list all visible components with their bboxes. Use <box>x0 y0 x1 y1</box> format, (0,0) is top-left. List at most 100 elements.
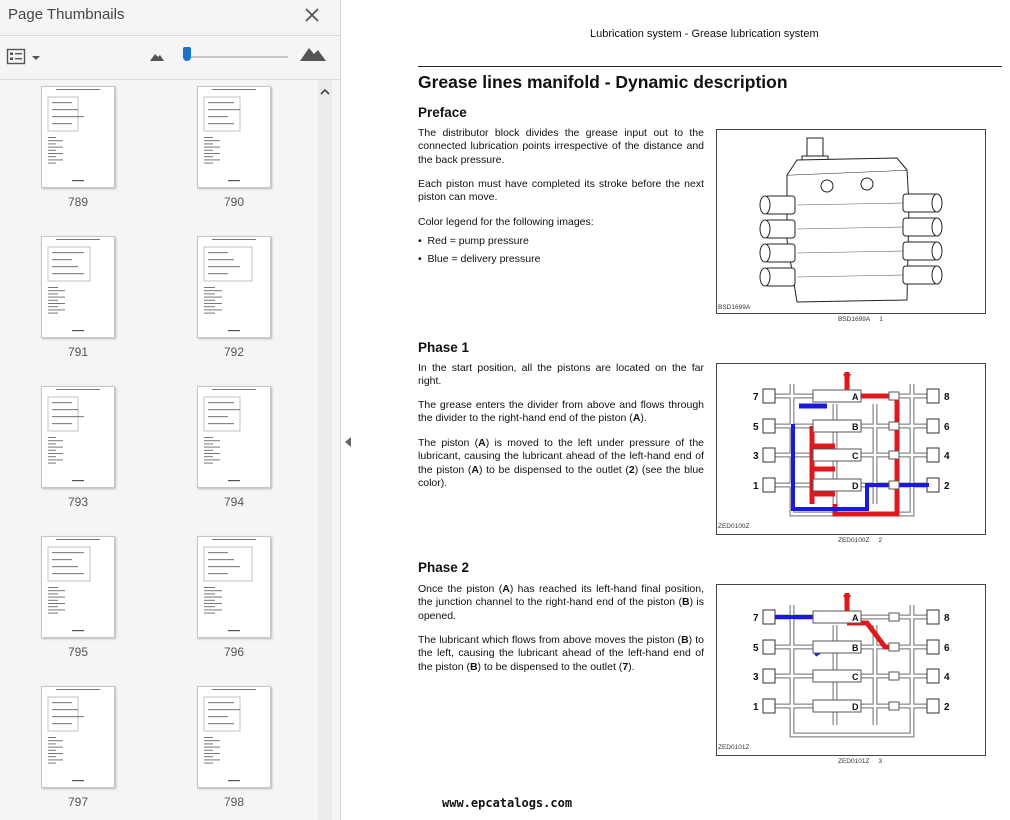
phase2-figure: 7 8 5 6 3 4 1 2 A B C D ZED0101Z <box>716 584 986 756</box>
thumb-text-line <box>204 593 215 595</box>
thumb-text-line <box>204 456 213 458</box>
thumb-text-line <box>48 296 65 298</box>
page-title: Grease lines manifold - Dynamic descript… <box>418 72 788 92</box>
thumb-header-line <box>56 89 100 90</box>
thumb-figure-line <box>208 702 234 704</box>
thumb-text-line <box>204 609 222 611</box>
outlet-label-left: 3 <box>753 672 759 683</box>
panel-header: Page Thumbnails <box>0 0 340 34</box>
thumb-text-line <box>204 740 220 742</box>
thumbnail-page-image <box>41 236 115 338</box>
close-icon[interactable] <box>302 5 322 25</box>
thumb-text-line <box>48 737 56 738</box>
thumb-footer-line <box>72 630 84 632</box>
page-thumbnail-794[interactable]: 794 <box>197 386 271 509</box>
phase1-diagram: 7 8 5 6 3 4 1 2 A B C D <box>753 372 950 517</box>
thumb-text-line <box>48 149 56 151</box>
right-outlet-end <box>931 217 943 237</box>
thumb-figure-line <box>52 423 72 425</box>
chevron-down-icon <box>32 56 40 60</box>
thumbnail-options-button[interactable] <box>6 46 42 68</box>
thumb-text-line <box>48 309 65 311</box>
thumb-text-line <box>48 162 56 164</box>
piston-stop <box>888 671 900 681</box>
phase2-diagram: 7 8 5 6 3 4 1 2 A B C D <box>753 593 950 738</box>
phase2-heading: Phase 2 <box>418 560 470 575</box>
page-number-label: 792 <box>223 345 245 359</box>
page-thumbnail-798[interactable]: 798 <box>197 686 271 809</box>
left-port <box>762 698 776 714</box>
thumb-text-line <box>48 743 56 745</box>
outlet-label-left: 7 <box>753 392 759 403</box>
page-thumbnail-795[interactable]: 795 <box>41 536 115 659</box>
page-number-label: 790 <box>223 195 245 209</box>
left-port <box>762 418 776 434</box>
outlet-label-right: 2 <box>944 702 950 713</box>
page-thumbnail-793[interactable]: 793 <box>41 386 115 509</box>
thumb-text-line <box>204 153 220 154</box>
pump-pressure-branch <box>809 426 835 504</box>
thumbnail-miniature <box>203 239 256 332</box>
outlet-label-left: 7 <box>753 613 759 624</box>
thumb-figure-line <box>208 559 234 561</box>
right-outlet-end <box>931 193 943 213</box>
left-outlet-end <box>759 243 771 263</box>
page-thumbnail-797[interactable]: 797 <box>41 686 115 809</box>
thumb-text-line <box>48 143 56 145</box>
left-outlet-end <box>759 219 771 239</box>
piston-stop <box>888 642 900 652</box>
thumb-text-line <box>48 287 58 288</box>
thumb-text-line <box>204 462 213 464</box>
thumb-text-line <box>48 290 65 292</box>
thumb-text-line <box>48 762 56 764</box>
thumb-figure-line <box>208 109 240 111</box>
phase2-paragraph-2: The lubricant which flows from above mov… <box>418 634 705 673</box>
running-header: Lubrication system - Grease lubrication … <box>590 28 819 40</box>
collapse-panel-arrow-icon[interactable] <box>344 436 352 448</box>
page-thumbnail-792[interactable]: 792 <box>197 236 271 359</box>
outlet-label-right: 6 <box>944 643 950 654</box>
thumb-text-line <box>48 590 65 592</box>
page-number-label: 798 <box>223 795 245 809</box>
thumb-text-line <box>204 312 215 314</box>
thumb-figure-line <box>52 416 84 418</box>
scroll-up-arrow-icon[interactable] <box>320 88 330 96</box>
thumbnail-scrollbar[interactable] <box>318 80 332 820</box>
legend-bullet-blue: • Blue = delivery pressure <box>418 253 541 265</box>
thumb-text-line <box>48 443 56 445</box>
figure-code: BSD1699A <box>718 304 751 311</box>
thumb-text-line <box>48 159 63 161</box>
thumbnail-zoom-slider[interactable] <box>186 56 288 58</box>
thumb-figure-line <box>208 716 228 718</box>
thumb-text-line <box>204 146 220 148</box>
thumb-figure-line <box>52 723 72 725</box>
figure-code: ZED0100Z <box>718 523 750 530</box>
thumb-footer-line <box>72 180 84 182</box>
thumb-figure-line <box>52 409 78 411</box>
thumb-figure-line <box>52 102 72 104</box>
thumb-text-line <box>204 749 213 751</box>
thumb-figure-line <box>52 252 84 254</box>
page-thumbnail-789[interactable]: 789 <box>41 86 115 209</box>
zoom-slider-handle[interactable] <box>183 47 191 61</box>
zoom-in-mountain-icon[interactable] <box>300 45 326 61</box>
thumb-text-line <box>204 453 220 454</box>
page-number-label: 794 <box>223 495 245 509</box>
thumb-figure-line <box>208 123 234 125</box>
distributor-block-figure: BSD1699A <box>716 129 986 314</box>
left-port <box>762 639 776 655</box>
thumb-text-line <box>204 753 220 754</box>
thumb-text-line <box>48 312 58 314</box>
page-thumbnail-791[interactable]: 791 <box>41 236 115 359</box>
thumb-text-line <box>48 740 63 742</box>
thumb-figure-line <box>208 552 228 554</box>
thumbnail-page-image <box>41 536 115 638</box>
page-thumbnail-790[interactable]: 790 <box>197 86 271 209</box>
thumbnail-page-image <box>197 86 271 188</box>
piston-label: A <box>852 392 859 402</box>
page-thumbnail-796[interactable]: 796 <box>197 536 271 659</box>
thumb-figure-line <box>208 273 228 275</box>
piston-stop <box>888 480 900 490</box>
left-port <box>762 388 776 404</box>
zoom-out-mountain-icon[interactable] <box>150 51 164 61</box>
